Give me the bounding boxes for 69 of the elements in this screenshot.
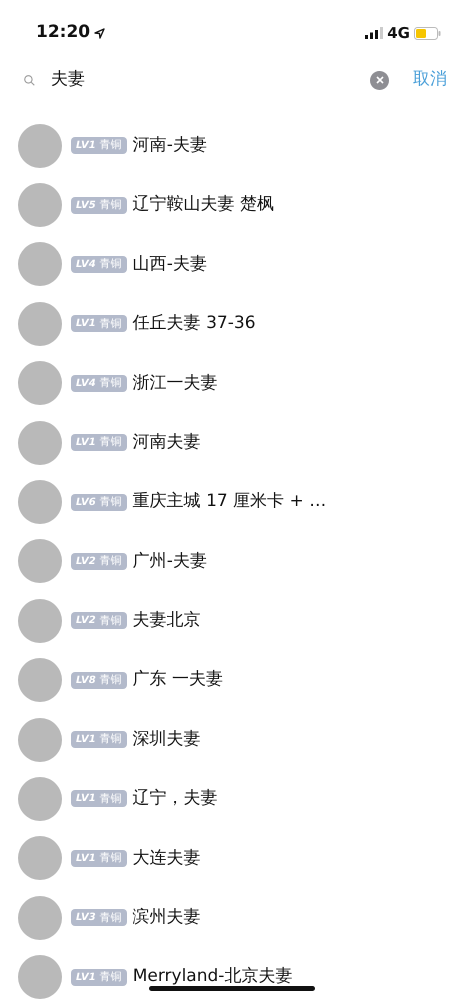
rank-text: 青铜 xyxy=(100,612,122,629)
avatar-placeholder xyxy=(18,598,62,643)
battery-icon xyxy=(414,26,441,40)
user-name[interactable]: 山西-夫妻 xyxy=(132,252,207,278)
user-name[interactable]: 大连夫妻 xyxy=(132,846,201,872)
close-icon xyxy=(376,76,384,84)
rank-text: 青铜 xyxy=(100,137,122,154)
search-field[interactable]: 夫妻 xyxy=(51,67,362,93)
user-name[interactable]: 河南夫妻 xyxy=(132,430,201,456)
rank-text: 青铜 xyxy=(100,968,122,985)
rank-text: 青铜 xyxy=(100,553,122,570)
level-text: LV2 xyxy=(76,614,96,628)
avatar-placeholder xyxy=(18,955,62,1000)
rank-text: 青铜 xyxy=(100,731,122,748)
rank-text: 青铜 xyxy=(100,494,122,510)
user-name[interactable]: Merryland-北京夫妻 xyxy=(132,964,292,990)
level-text: LV1 xyxy=(76,436,96,450)
user-name[interactable]: 任丘夫妻 37-36 xyxy=(132,311,256,337)
rank-text: 青铜 xyxy=(100,434,122,450)
level-text: LV1 xyxy=(76,970,96,985)
level-text: LV8 xyxy=(76,674,96,688)
rank-text: 青铜 xyxy=(100,196,122,213)
rank-text: 青铜 xyxy=(100,850,122,866)
user-name[interactable]: 辽宁，夫妻 xyxy=(132,786,218,812)
level-text: LV5 xyxy=(76,198,96,213)
avatar-placeholder xyxy=(18,896,62,940)
level-text: LV1 xyxy=(76,317,96,332)
avatar-placeholder xyxy=(18,539,62,584)
user-name[interactable]: 河南-夫妻 xyxy=(132,132,207,158)
avatar-placeholder xyxy=(18,480,62,524)
level-text: LV6 xyxy=(76,496,96,510)
avatar-placeholder xyxy=(18,658,62,702)
level-text: LV4 xyxy=(76,258,96,272)
user-name[interactable]: 深圳夫妻 xyxy=(132,726,201,752)
signal-icon xyxy=(365,27,384,39)
avatar-placeholder xyxy=(18,420,62,465)
rank-text: 青铜 xyxy=(100,790,122,807)
avatar-placeholder xyxy=(18,242,62,286)
clock-time: 12:20 xyxy=(36,21,90,44)
avatar-placeholder xyxy=(18,302,62,346)
user-name[interactable]: 广东 一夫妻 xyxy=(132,667,224,693)
clear-button[interactable] xyxy=(370,70,389,90)
level-text: LV1 xyxy=(76,852,96,866)
rank-text: 青铜 xyxy=(100,316,122,332)
avatar-placeholder xyxy=(18,836,62,880)
rank-text: 青铜 xyxy=(100,910,122,926)
rank-text: 青铜 xyxy=(100,672,122,688)
level-text: LV1 xyxy=(76,139,96,154)
avatar-placeholder xyxy=(18,718,62,762)
avatar-placeholder xyxy=(18,361,62,406)
level-text: LV1 xyxy=(76,733,96,748)
level-text: LV4 xyxy=(76,376,96,391)
user-name[interactable]: 浙江一夫妻 xyxy=(132,370,218,396)
search-icon xyxy=(24,72,36,88)
user-name[interactable]: 广州-夫妻 xyxy=(132,548,207,574)
user-name[interactable]: 夫妻北京 xyxy=(132,608,201,634)
rank-text: 青铜 xyxy=(100,375,122,391)
avatar-placeholder xyxy=(18,183,62,228)
user-name[interactable]: 辽宁鞍山夫妻 楚枫 xyxy=(132,192,274,218)
user-name[interactable]: 滨州夫妻 xyxy=(132,905,201,931)
avatar-placeholder xyxy=(18,124,62,168)
level-text: LV3 xyxy=(76,911,96,926)
avatar-placeholder xyxy=(18,776,62,821)
user-name[interactable]: 重庆主城 17 厘米卡 + … xyxy=(132,489,326,515)
location-arrow-icon xyxy=(94,28,106,38)
level-text: LV1 xyxy=(76,792,96,806)
rank-text: 青铜 xyxy=(100,256,122,272)
level-text: LV2 xyxy=(76,554,96,569)
network-label: 4G xyxy=(387,22,410,44)
